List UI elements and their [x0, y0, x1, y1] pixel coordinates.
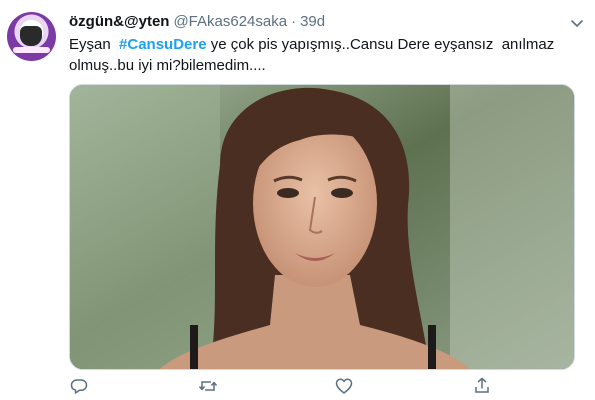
- photo-illustration: [70, 85, 574, 369]
- share-icon[interactable]: [472, 376, 492, 396]
- author-handle[interactable]: @FAkas624saka: [173, 13, 287, 30]
- avatar-band: [13, 47, 50, 53]
- reply-icon[interactable]: [69, 376, 89, 396]
- avatar-face: [20, 26, 42, 46]
- like-icon[interactable]: [334, 376, 354, 396]
- tweet-text: Eyşan #CansuDere ye çok pis yapışmış..Ca…: [69, 34, 579, 76]
- avatar[interactable]: [7, 12, 56, 61]
- hashtag-link[interactable]: #CansuDere: [119, 36, 207, 53]
- separator-dot: ·: [291, 13, 297, 30]
- tweet-timestamp[interactable]: 39d: [300, 13, 325, 30]
- retweet-icon[interactable]: [198, 376, 218, 396]
- tweet-actions: [0, 371, 595, 400]
- tweet-card[interactable]: özgün&@yten @FAkas624saka · 39d Eyşan #Cans…: [0, 0, 595, 400]
- more-options-icon[interactable]: [569, 15, 585, 31]
- author-name[interactable]: özgün&@yten: [69, 13, 169, 30]
- tweet-text-start: Eyşan: [69, 36, 120, 53]
- tweet-photo[interactable]: [69, 84, 575, 370]
- tweet-header: özgün&@yten @FAkas624saka · 39d: [69, 12, 325, 32]
